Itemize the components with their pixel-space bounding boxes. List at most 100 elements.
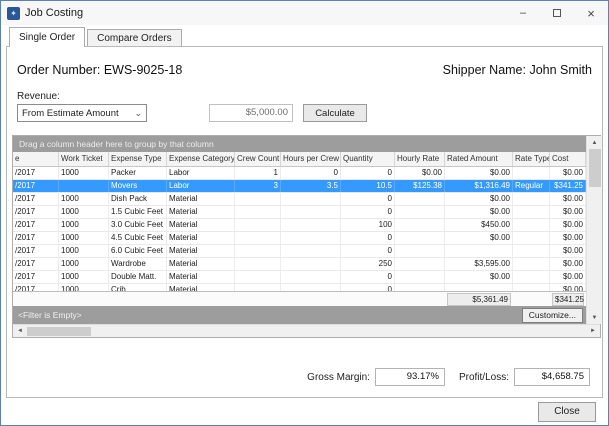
column-header[interactable]: Expense Type (109, 152, 167, 166)
column-header[interactable]: Quantity (341, 152, 395, 166)
cell (235, 219, 281, 231)
cell: /2017 (13, 206, 59, 218)
table-row[interactable]: /20171000PackerLabor100$0.00$0.00$0.00 (13, 167, 586, 180)
cell: /2017 (13, 258, 59, 270)
cell: $0.00 (550, 232, 586, 244)
cell: 3.5 (281, 180, 341, 192)
revenue-amount-field[interactable]: $5,000.00 (209, 104, 293, 122)
cell: 1.5 Cubic Feet (109, 206, 167, 218)
horizontal-scrollbar-thumb[interactable] (27, 327, 91, 336)
cell: Crib (109, 284, 167, 291)
cell: 3 (235, 180, 281, 192)
cell: /2017 (13, 245, 59, 257)
cell: Material (167, 232, 235, 244)
grid-summary-row: $5,361.49$341.25 (13, 291, 586, 306)
horizontal-scrollbar[interactable]: ◄ ► (13, 324, 600, 337)
column-header[interactable]: Work Ticket (59, 152, 109, 166)
tab-single-order[interactable]: Single Order (9, 27, 85, 47)
cell: 1 (235, 167, 281, 179)
cell (281, 232, 341, 244)
cell: 0 (341, 232, 395, 244)
revenue-source-dropdown[interactable]: From Estimate Amount ⌄ (17, 104, 147, 122)
vertical-scrollbar-thumb[interactable] (589, 149, 601, 187)
column-header[interactable]: Hourly Rate (395, 152, 445, 166)
cell (281, 271, 341, 283)
close-button[interactable]: Close (538, 402, 596, 422)
cell: 1000 (59, 206, 109, 218)
cell: Packer (109, 167, 167, 179)
cell: 1000 (59, 258, 109, 270)
cell: 1000 (59, 284, 109, 291)
cell: 3.0 Cubic Feet (109, 219, 167, 231)
cell: /2017 (13, 284, 59, 291)
table-row[interactable]: /201710001.5 Cubic FeetMaterial0$0.00$0.… (13, 206, 586, 219)
cell: Material (167, 258, 235, 270)
scroll-right-icon[interactable]: ► (586, 325, 600, 337)
scroll-up-icon[interactable]: ▲ (587, 136, 602, 149)
cell (513, 271, 550, 283)
cell: /2017 (13, 219, 59, 231)
cell: Labor (167, 180, 235, 192)
minimize-button[interactable]: – (506, 1, 540, 25)
cell: 1000 (59, 271, 109, 283)
cell: 1000 (59, 219, 109, 231)
tab-compare-orders[interactable]: Compare Orders (87, 29, 181, 46)
revenue-source-value: From Estimate Amount (22, 108, 119, 119)
cell: Wardrobe (109, 258, 167, 270)
calculate-button[interactable]: Calculate (303, 104, 367, 122)
cell: $0.00 (445, 232, 513, 244)
cell: Labor (167, 167, 235, 179)
cell (59, 180, 109, 192)
column-header[interactable]: Expense Category (167, 152, 235, 166)
cell: 10.5 (341, 180, 395, 192)
column-header[interactable]: Hours per Crew (281, 152, 341, 166)
table-row[interactable]: /2017MoversLabor33.510.5$125.38$1,316.49… (13, 180, 586, 193)
cell: /2017 (13, 232, 59, 244)
cell (281, 245, 341, 257)
cell (281, 219, 341, 231)
expense-grid: Drag a column header here to group by th… (12, 135, 601, 338)
table-row[interactable]: /201710003.0 Cubic FeetMaterial100$450.0… (13, 219, 586, 232)
cell: 0 (341, 206, 395, 218)
single-order-tab-page: Order Number: EWS-9025-18 Shipper Name: … (6, 46, 603, 398)
column-header[interactable]: e (13, 152, 59, 166)
column-header[interactable]: Cost (550, 152, 586, 166)
cell (513, 284, 550, 291)
gross-margin-label: Gross Margin: (307, 372, 370, 383)
vertical-scrollbar[interactable]: ▲ ▼ (586, 136, 602, 324)
table-row[interactable]: /20171000CribMaterial0$0.00 (13, 284, 586, 291)
cell: Material (167, 245, 235, 257)
cell: $0.00 (445, 206, 513, 218)
table-row[interactable]: /201710004.5 Cubic FeetMaterial0$0.00$0.… (13, 232, 586, 245)
cell (513, 245, 550, 257)
column-header[interactable]: Rate Type (513, 152, 550, 166)
cell (235, 193, 281, 205)
table-row[interactable]: /20171000Dish PackMaterial0$0.00$0.00 (13, 193, 586, 206)
cell (395, 245, 445, 257)
profit-loss-field[interactable]: $4,658.75 (514, 368, 590, 386)
cell (395, 219, 445, 231)
cell: 0 (341, 167, 395, 179)
maximize-button[interactable] (540, 1, 574, 25)
cell: Material (167, 193, 235, 205)
cell: Regular (513, 180, 550, 192)
cell (513, 258, 550, 270)
close-window-button[interactable]: × (574, 1, 608, 25)
cell: 100 (341, 219, 395, 231)
cell: $125.38 (395, 180, 445, 192)
cell (395, 193, 445, 205)
dialog-footer: Close (1, 398, 608, 425)
table-row[interactable]: /20171000Double Matt.Material0$0.00$0.00 (13, 271, 586, 284)
window-title: Job Costing (25, 7, 83, 19)
table-row[interactable]: /20171000WardrobeMaterial250$3,595.00$0.… (13, 258, 586, 271)
group-by-bar[interactable]: Drag a column header here to group by th… (13, 136, 586, 152)
gross-margin-field[interactable]: 93.17% (375, 368, 445, 386)
cell: /2017 (13, 271, 59, 283)
table-row[interactable]: /201710006.0 Cubic FeetMaterial0$0.00 (13, 245, 586, 258)
cell: Material (167, 219, 235, 231)
column-header[interactable]: Rated Amount (445, 152, 513, 166)
scroll-down-icon[interactable]: ▼ (587, 311, 602, 324)
column-header[interactable]: Crew Count (235, 152, 281, 166)
customize-button[interactable]: Customize... (522, 308, 583, 323)
scroll-left-icon[interactable]: ◄ (13, 325, 27, 337)
